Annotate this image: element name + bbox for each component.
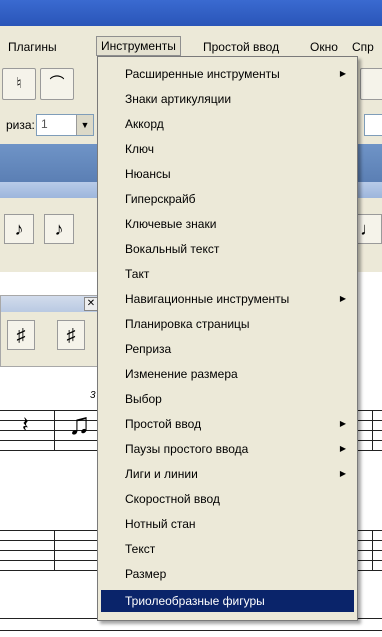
menu-item-simple-entry-rests[interactable]: Паузы простого ввода ▶ (101, 438, 354, 460)
eighth-note-icon[interactable]: ♪ (44, 214, 74, 244)
menu-simple-entry[interactable]: Простой ввод (203, 38, 279, 56)
menu-item-label: Ключевые знаки (125, 217, 217, 231)
menu-item-advanced-tools[interactable]: Расширенные инструменты ▶ (101, 63, 354, 85)
menu-item-expressions[interactable]: Нюансы (101, 163, 354, 185)
menu-item-speedy-entry[interactable]: Скоростной ввод (101, 488, 354, 510)
submenu-arrow-icon: ▶ (339, 294, 346, 303)
menu-item-staff[interactable]: Нотный стан (101, 513, 354, 535)
menu-item-text[interactable]: Текст (101, 538, 354, 560)
menu-item-smart-shapes[interactable]: Лиги и линии ▶ (101, 463, 354, 485)
reprise-label: риза: (6, 118, 35, 132)
menu-item-label: Текст (125, 542, 156, 556)
menu-item-label: Нюансы (125, 167, 171, 181)
beamed-notes-icon: ♫ (68, 408, 91, 441)
menu-item-label: Знаки артикуляции (125, 92, 232, 106)
menu-item-page-layout[interactable]: Планировка страницы (101, 313, 354, 335)
menu-item-measure[interactable]: Такт (101, 263, 354, 285)
slash-note-icon[interactable]: ♯ (57, 320, 85, 350)
tools-dropdown-menu: Расширенные инструменты ▶ Знаки артикуля… (97, 56, 358, 621)
bar-line (54, 530, 55, 570)
menu-item-label: Ключ (125, 142, 154, 156)
submenu-arrow-icon: ▶ (339, 419, 346, 428)
menu-item-repeat[interactable]: Реприза (101, 338, 354, 360)
quarter-rest-icon: 𝄽 (22, 412, 29, 437)
slur-tool-button[interactable]: ⌒ (40, 68, 74, 100)
reprise-value: 1 (41, 117, 48, 131)
menu-tools[interactable]: Инструменты (96, 36, 181, 56)
toolbar-input[interactable] (364, 114, 382, 136)
menu-help[interactable]: Спр (352, 38, 374, 56)
menu-item-selection[interactable]: Выбор (101, 388, 354, 410)
menu-item-label: Размер (125, 567, 167, 581)
menu-item-chord[interactable]: Аккорд (101, 113, 354, 135)
menu-item-label: Планировка страницы (125, 317, 250, 331)
menu-item-label: Такт (125, 267, 150, 281)
menu-window[interactable]: Окно (310, 38, 338, 56)
eighth-note-icon[interactable]: ♪ (4, 214, 34, 244)
menu-item-hyperscribe[interactable]: Гиперскрайб (101, 188, 354, 210)
bar-line (372, 530, 373, 570)
half-note-icon[interactable]: ♩ (356, 214, 382, 244)
menu-item-simple-entry[interactable]: Простой ввод ▶ (101, 413, 354, 435)
menu-item-time-signature[interactable]: Размер (101, 563, 354, 585)
menu-item-label: Гиперскрайб (125, 192, 196, 206)
menu-item-articulation[interactable]: Знаки артикуляции (101, 88, 354, 110)
menu-item-navigation-tools[interactable]: Навигационные инструменты ▶ (101, 288, 354, 310)
submenu-arrow-icon: ▶ (339, 444, 346, 453)
close-icon[interactable]: ✕ (84, 297, 98, 311)
menu-item-label: Расширенные инструменты (125, 67, 280, 81)
menu-item-label: Изменение размера (125, 367, 238, 381)
toolbar-tool-button[interactable]: ♮ (2, 68, 36, 100)
menu-plugins[interactable]: Плагины (8, 38, 57, 56)
bar-line (372, 410, 373, 450)
slash-note-icon[interactable]: ♯ (7, 320, 35, 350)
menu-item-label: Нотный стан (125, 517, 196, 531)
menu-item-label: Выбор (125, 392, 162, 406)
menu-item-clef[interactable]: Ключ (101, 138, 354, 160)
menu-item-label: Реприза (125, 342, 172, 356)
menu-item-label: Навигационные инструменты (125, 292, 290, 306)
submenu-arrow-icon: ▶ (339, 69, 346, 78)
menu-item-label: Вокальный текст (125, 242, 220, 256)
menu-item-label: Скоростной ввод (125, 492, 220, 506)
title-bar (0, 0, 382, 26)
menu-item-lyrics[interactable]: Вокальный текст (101, 238, 354, 260)
menu-item-key-signature[interactable]: Ключевые знаки (101, 213, 354, 235)
chevron-down-icon[interactable]: ▼ (76, 115, 93, 135)
menu-item-label: Лиги и линии (125, 467, 198, 481)
menu-item-resize[interactable]: Изменение размера (101, 363, 354, 385)
triplet-number: 3 (90, 390, 96, 401)
bar-line (54, 410, 55, 450)
menu-item-label: Паузы простого ввода (125, 442, 249, 456)
reprise-select[interactable]: 1 ▼ (36, 114, 94, 136)
menu-item-label: Аккорд (125, 117, 164, 131)
toolbar-tool-button[interactable] (360, 68, 382, 100)
submenu-arrow-icon: ▶ (339, 469, 346, 478)
menu-item-label: Простой ввод (125, 417, 202, 431)
menu-item-label: Триолеобразные фигуры (125, 594, 265, 608)
tuplet-palette: ✕ ♯ ♯ (0, 295, 102, 367)
staff-line (0, 630, 382, 631)
menu-item-tuplets[interactable]: Триолеобразные фигуры (101, 590, 354, 612)
